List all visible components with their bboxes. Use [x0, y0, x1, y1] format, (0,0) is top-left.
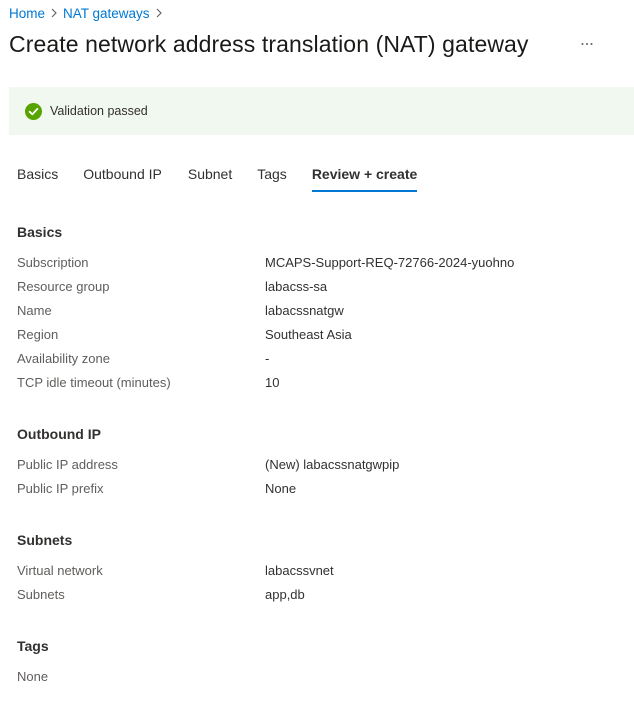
tab-basics[interactable]: Basics [17, 166, 58, 192]
summary-row-name: Name labacssnatgw [17, 303, 344, 321]
breadcrumb: Home NAT gateways [9, 4, 168, 22]
checkmark-circle-icon [25, 102, 42, 120]
row-value: MCAPS-Support-REQ-72766-2024-yuohno [265, 255, 515, 270]
more-options-button[interactable] [579, 36, 595, 52]
summary-row-subscription: Subscription MCAPS-Support-REQ-72766-202… [17, 255, 514, 273]
row-label: Resource group [17, 279, 110, 294]
row-label: Name [17, 303, 52, 318]
summary-row-region: Region Southeast Asia [17, 327, 352, 345]
tab-outbound-ip[interactable]: Outbound IP [83, 166, 162, 192]
chevron-right-icon [45, 8, 63, 18]
page: Home NAT gateways Create network address… [0, 0, 634, 705]
chevron-right-icon [150, 8, 168, 18]
section-heading-basics: Basics [17, 224, 63, 240]
page-title: Create network address translation (NAT)… [9, 31, 529, 57]
summary-row-resource-group: Resource group labacss-sa [17, 279, 327, 297]
breadcrumb-nat-gateways-link[interactable]: NAT gateways [63, 6, 150, 21]
tab-bar: Basics Outbound IP Subnet Tags Review + … [17, 166, 418, 192]
row-value: (New) labacssnatgwpip [265, 457, 400, 472]
section-heading-subnets: Subnets [17, 532, 73, 548]
tab-review-create[interactable]: Review + create [311, 166, 418, 192]
summary-row-subnets: Subnets app,db [17, 587, 305, 605]
row-label: TCP idle timeout (minutes) [17, 375, 171, 390]
section-heading-tags: Tags [17, 638, 49, 654]
row-value: None [265, 481, 297, 496]
validation-banner: Validation passed [9, 87, 634, 135]
row-label: Region [17, 327, 59, 342]
section-heading-outbound-ip: Outbound IP [17, 426, 101, 442]
summary-row-public-ip-prefix: Public IP prefix None [17, 481, 296, 499]
row-value: Southeast Asia [265, 327, 352, 342]
tab-subnet[interactable]: Subnet [188, 166, 232, 192]
validation-message: Validation passed [50, 104, 148, 118]
summary-row-public-ip-address: Public IP address (New) labacssnatgwpip [17, 457, 399, 475]
row-label: Public IP address [17, 457, 118, 472]
row-label: Subscription [17, 255, 89, 270]
tags-value: None [17, 669, 49, 684]
row-value: 10 [265, 375, 280, 390]
row-value: labacssnatgw [265, 303, 344, 318]
row-value: - [265, 351, 270, 366]
row-label: Availability zone [17, 351, 110, 366]
row-label: Subnets [17, 587, 65, 602]
summary-row-virtual-network: Virtual network labacssvnet [17, 563, 334, 581]
more-icon [581, 43, 593, 45]
row-value: app,db [265, 587, 305, 602]
row-value: labacss-sa [265, 279, 328, 294]
row-label: Public IP prefix [17, 481, 104, 496]
row-value: labacssvnet [265, 563, 334, 578]
row-label: Virtual network [17, 563, 103, 578]
tab-tags[interactable]: Tags [257, 166, 287, 192]
summary-row-availability-zone: Availability zone - [17, 351, 269, 369]
summary-row-tcp-idle-timeout: TCP idle timeout (minutes) 10 [17, 375, 279, 393]
breadcrumb-home-link[interactable]: Home [9, 6, 45, 21]
